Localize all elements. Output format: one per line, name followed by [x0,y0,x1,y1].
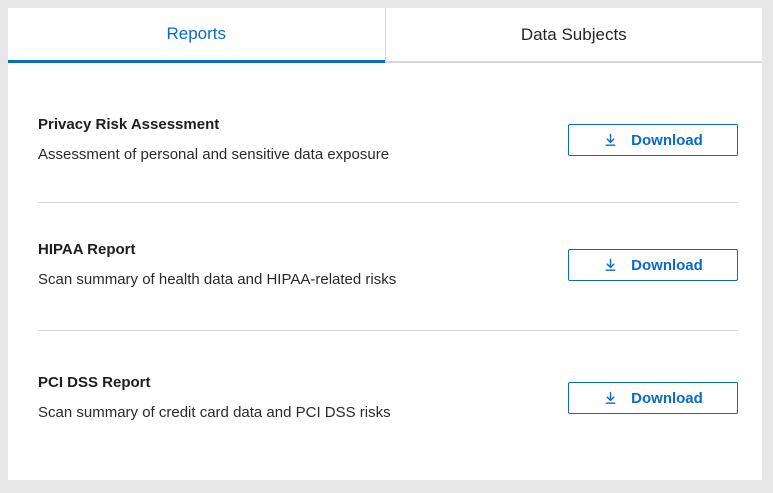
report-info: HIPAA Report Scan summary of health data… [38,240,396,290]
tab-data-subjects-label: Data Subjects [521,25,627,45]
download-icon [603,258,618,273]
report-row-hipaa: HIPAA Report Scan summary of health data… [38,203,738,330]
download-button-label: Download [631,132,703,149]
report-title: HIPAA Report [38,240,396,260]
tab-reports[interactable]: Reports [8,8,385,63]
app-window: Reports Data Subjects Privacy Risk Asses… [0,0,773,493]
download-button-label: Download [631,257,703,274]
download-button-privacy-risk[interactable]: Download [568,124,738,156]
report-row-pci-dss: PCI DSS Report Scan summary of credit ca… [38,331,738,463]
report-title: Privacy Risk Assessment [38,115,389,135]
tab-bar: Reports Data Subjects [8,8,762,63]
report-description: Assessment of personal and sensitive dat… [38,145,389,165]
tab-data-subjects[interactable]: Data Subjects [385,8,763,63]
report-title: PCI DSS Report [38,373,391,393]
report-description: Scan summary of health data and HIPAA-re… [38,270,396,290]
report-row-privacy-risk: Privacy Risk Assessment Assessment of pe… [38,63,738,202]
report-info: Privacy Risk Assessment Assessment of pe… [38,115,389,165]
reports-panel: Reports Data Subjects Privacy Risk Asses… [8,8,762,480]
tab-reports-label: Reports [166,24,226,44]
download-button-hipaa[interactable]: Download [568,249,738,281]
report-info: PCI DSS Report Scan summary of credit ca… [38,373,391,423]
reports-list: Privacy Risk Assessment Assessment of pe… [8,63,762,480]
report-description: Scan summary of credit card data and PCI… [38,403,391,423]
download-button-label: Download [631,390,703,407]
download-icon [603,133,618,148]
download-icon [603,391,618,406]
download-button-pci-dss[interactable]: Download [568,382,738,414]
